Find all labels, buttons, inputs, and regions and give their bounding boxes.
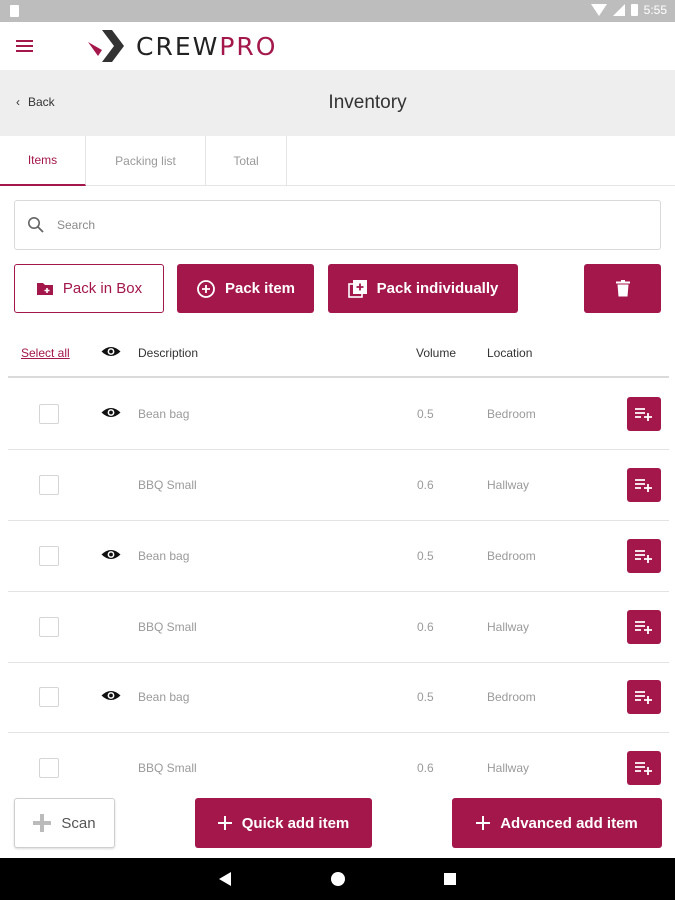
row-location: Hallway (487, 620, 530, 634)
select-all-link[interactable]: Select all (21, 346, 70, 360)
row-description: Bean bag (138, 549, 190, 563)
logo-text-pro: PRO (219, 31, 278, 61)
logo-text: CREWPRO (136, 32, 277, 61)
tab-total[interactable]: Total (206, 136, 287, 186)
row-checkbox[interactable] (39, 687, 59, 707)
battery-icon (630, 4, 638, 16)
nav-back-icon[interactable] (219, 872, 231, 886)
scan-button[interactable]: Scan (14, 798, 115, 848)
plus-icon (476, 816, 491, 830)
row-description: BBQ Small (138, 761, 197, 775)
app-header: CREWPRO (0, 22, 675, 70)
add-to-list-button[interactable] (627, 397, 661, 431)
row-description: Bean bag (138, 407, 190, 421)
row-volume: 0.6 (417, 478, 434, 492)
add-to-list-button[interactable] (627, 680, 661, 714)
row-checkbox[interactable] (39, 758, 59, 778)
nav-recents-icon[interactable] (444, 873, 456, 885)
tab-bar: Items Packing list Total (0, 136, 675, 186)
title-bar: ‹ Back Inventory (0, 70, 675, 136)
row-volume: 0.5 (417, 549, 434, 563)
status-icons: 5:55 (590, 3, 667, 17)
playlist-add-icon (635, 479, 652, 492)
status-time: 5:55 (643, 3, 667, 17)
delete-button[interactable] (584, 264, 661, 313)
pack-in-box-button[interactable]: Pack in Box (14, 264, 164, 313)
table-row: Bean bag 0.5 Bedroom (8, 521, 669, 592)
plus-icon (217, 816, 232, 830)
row-checkbox[interactable] (39, 617, 59, 637)
row-description: BBQ Small (138, 620, 197, 634)
row-location: Hallway (487, 478, 530, 492)
pack-individually-button[interactable]: Pack individually (328, 264, 518, 313)
playlist-add-icon (635, 408, 652, 421)
logo-text-crew: CREW (136, 31, 220, 61)
scan-label: Scan (61, 814, 96, 832)
row-volume: 0.6 (417, 620, 434, 634)
pack-item-label: Pack item (224, 280, 296, 297)
column-header-volume: Volume (416, 346, 457, 360)
quick-add-item-button[interactable]: Quick add item (195, 798, 372, 848)
table-row: Bean bag 0.5 Bedroom (8, 379, 669, 450)
eye-icon[interactable] (101, 345, 121, 358)
crosshair-icon (33, 814, 52, 832)
pack-item-button[interactable]: Pack item (177, 264, 314, 313)
row-description: BBQ Small (138, 478, 197, 492)
eye-icon[interactable] (101, 689, 121, 702)
row-location: Bedroom (487, 407, 536, 421)
folder-plus-icon (36, 283, 53, 295)
pack-in-box-label: Pack in Box (62, 280, 143, 297)
pack-individually-label: Pack individually (376, 280, 499, 297)
add-to-list-button[interactable] (627, 751, 661, 785)
nav-home-icon[interactable] (331, 872, 345, 886)
hamburger-icon[interactable] (16, 40, 33, 52)
row-checkbox[interactable] (39, 546, 59, 566)
row-volume: 0.5 (417, 407, 434, 421)
eye-icon[interactable] (101, 406, 121, 419)
column-header-description: Description (138, 346, 199, 360)
library-add-icon (347, 279, 367, 298)
search-box (14, 200, 661, 250)
tab-items[interactable]: Items (0, 136, 86, 186)
wifi-icon (590, 4, 607, 16)
add-to-list-button[interactable] (627, 468, 661, 502)
logo: CREWPRO (88, 28, 277, 64)
add-to-list-button[interactable] (627, 539, 661, 573)
trash-icon (615, 280, 630, 297)
signal-icon (612, 4, 625, 16)
logo-mark-icon (88, 30, 124, 62)
search-icon (28, 217, 44, 233)
advanced-add-item-label: Advanced add item (500, 814, 638, 832)
row-location: Hallway (487, 761, 530, 775)
table-header: Select all Description Volume Location (8, 330, 669, 378)
table-row: BBQ Small 0.6 Hallway (8, 592, 669, 663)
add-to-list-button[interactable] (627, 610, 661, 644)
page-title: Inventory (328, 92, 407, 113)
playlist-add-icon (635, 762, 652, 775)
column-header-location: Location (487, 346, 533, 360)
table-row: Bean bag 0.5 Bedroom (8, 662, 669, 733)
row-volume: 0.5 (417, 690, 434, 704)
row-description: Bean bag (138, 690, 190, 704)
plus-circle-icon (197, 279, 215, 298)
search-input[interactable] (57, 218, 617, 232)
system-nav-bar (0, 858, 675, 900)
status-bar: 5:55 (0, 0, 675, 22)
table-row: BBQ Small 0.6 Hallway (8, 733, 669, 804)
table-row: BBQ Small 0.6 Hallway (8, 450, 669, 521)
playlist-add-icon (635, 621, 652, 634)
tab-packing-list[interactable]: Packing list (86, 136, 206, 186)
row-location: Bedroom (487, 549, 536, 563)
playlist-add-icon (635, 691, 652, 704)
row-location: Bedroom (487, 690, 536, 704)
row-checkbox[interactable] (39, 475, 59, 495)
row-volume: 0.6 (417, 761, 434, 775)
advanced-add-item-button[interactable]: Advanced add item (452, 798, 662, 848)
notification-icon (10, 5, 19, 17)
quick-add-item-label: Quick add item (241, 814, 350, 832)
eye-icon[interactable] (101, 548, 121, 561)
row-checkbox[interactable] (39, 404, 59, 424)
playlist-add-icon (635, 550, 652, 563)
